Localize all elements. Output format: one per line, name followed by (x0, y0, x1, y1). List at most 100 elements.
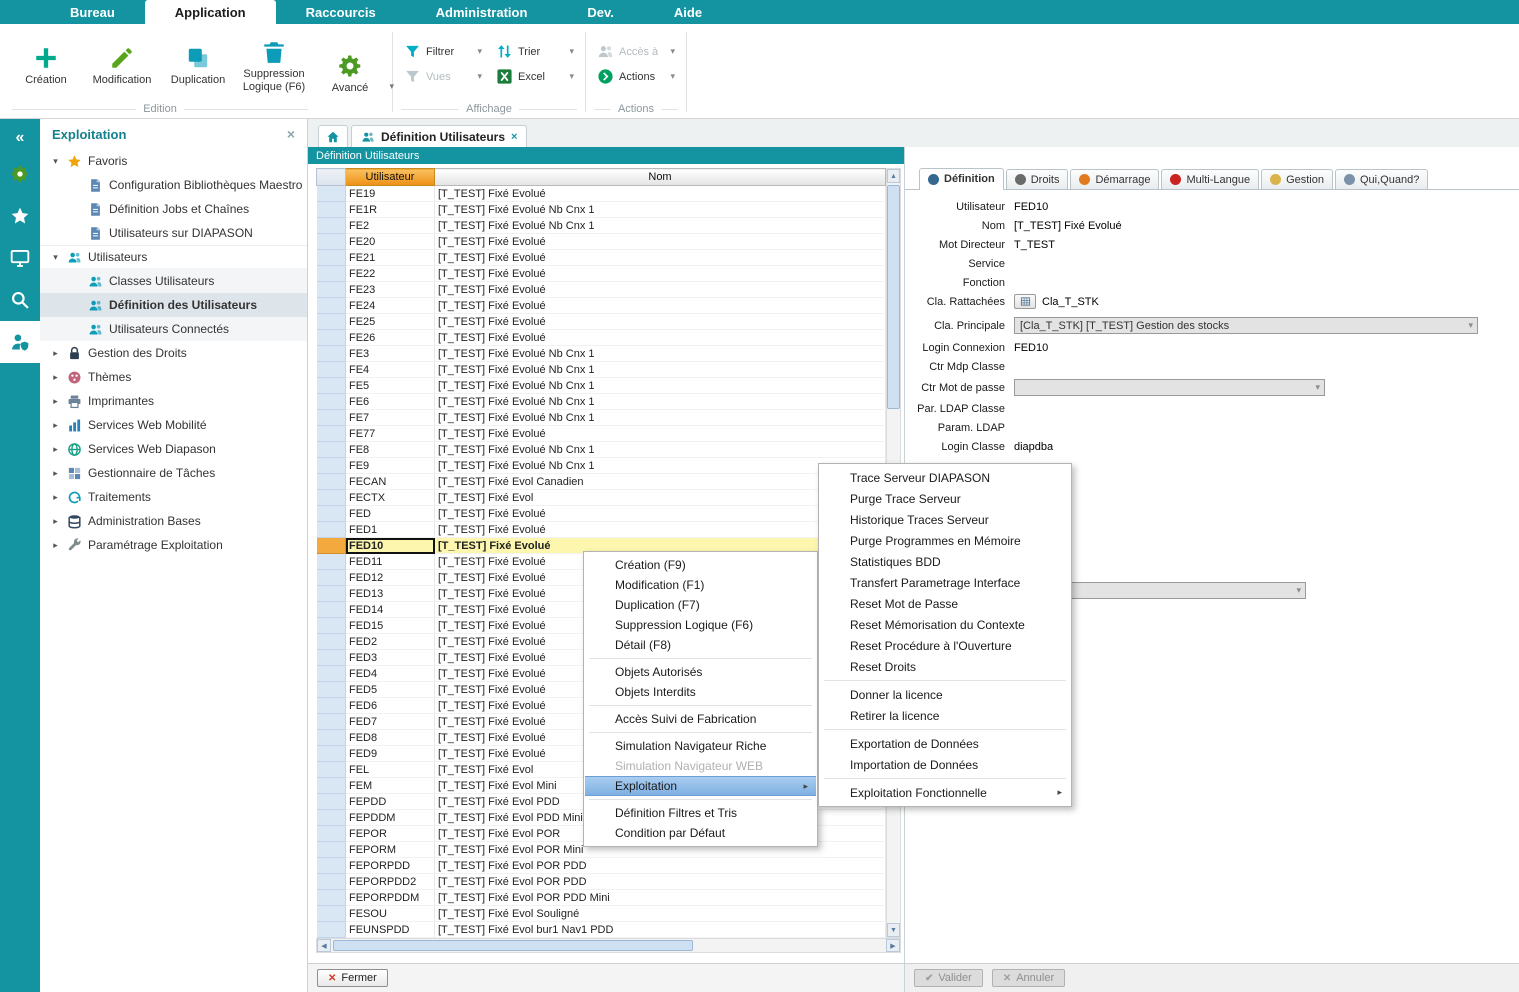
menu-item-retirer-la-licence[interactable]: Retirer la licence (820, 705, 1070, 726)
dropdown-arrow-icon[interactable]: ▾ (473, 71, 482, 82)
row-gutter[interactable] (317, 554, 346, 570)
cell-nom[interactable]: [T_TEST] Fixé Evolué (435, 426, 886, 442)
filtrer-button[interactable]: Filtrer▾ (397, 39, 489, 64)
trier-button[interactable]: Trier▾ (489, 39, 581, 64)
column-header-nom[interactable]: Nom (435, 169, 886, 186)
cell-nom[interactable]: [T_TEST] Fixé Evolué Nb Cnx 1 (435, 378, 886, 394)
cell-nom[interactable]: [T_TEST] Fixé Evolué (435, 330, 886, 346)
menu-item-historique-traces-serveur[interactable]: Historique Traces Serveur (820, 509, 1070, 530)
chevron-right-icon[interactable]: ▸ (50, 468, 61, 479)
row-gutter[interactable] (317, 266, 346, 282)
menu-item-purge-programmes-en-memoire[interactable]: Purge Programmes en Mémoire (820, 530, 1070, 551)
menu-item-creation-f9[interactable]: Création (F9) (585, 555, 816, 575)
row-gutter[interactable] (317, 794, 346, 810)
table-row[interactable]: FE1R[T_TEST] Fixé Evolué Nb Cnx 1 (317, 202, 886, 218)
avance-button[interactable]: Avancé▾ (312, 49, 388, 95)
row-gutter[interactable] (317, 186, 346, 202)
row-gutter[interactable] (317, 730, 346, 746)
sidebar-item-definition-jobs-et-chaines[interactable]: Définition Jobs et Chaînes (40, 197, 307, 221)
tab-gestion[interactable]: Gestion (1261, 169, 1333, 189)
cell-utilisateur[interactable]: FED15 (346, 618, 435, 634)
cell-utilisateur[interactable]: FE7 (346, 410, 435, 426)
chevron-right-icon[interactable]: ▸ (50, 444, 61, 455)
cell-utilisateur[interactable]: FED10 (346, 538, 435, 554)
field-combo[interactable] (1014, 379, 1325, 396)
table-row[interactable]: FE25[T_TEST] Fixé Evolué (317, 314, 886, 330)
row-gutter[interactable] (317, 506, 346, 522)
menu-raccourcis[interactable]: Raccourcis (276, 0, 406, 24)
cell-utilisateur[interactable]: FE3 (346, 346, 435, 362)
table-row[interactable]: FE22[T_TEST] Fixé Evolué (317, 266, 886, 282)
cell-nom[interactable]: [T_TEST] Fixé Evol Souligné (435, 906, 886, 922)
scroll-right-icon[interactable]: ▶ (886, 939, 900, 952)
row-gutter[interactable] (317, 618, 346, 634)
fermer-button[interactable]: ✕ Fermer (317, 969, 388, 987)
sidebar-item-gestion-des-droits[interactable]: ▸Gestion des Droits (40, 341, 307, 365)
cell-nom[interactable]: [T_TEST] Fixé Evolué (435, 234, 886, 250)
table-row[interactable]: FE5[T_TEST] Fixé Evolué Nb Cnx 1 (317, 378, 886, 394)
menu-item-trace-serveur-diapason[interactable]: Trace Serveur DIAPASON (820, 467, 1070, 488)
menu-item-importation-de-donnees[interactable]: Importation de Données (820, 754, 1070, 775)
row-gutter[interactable] (317, 330, 346, 346)
table-row[interactable]: FECAN[T_TEST] Fixé Evol Canadien (317, 474, 886, 490)
sidebar-item-administration-bases[interactable]: ▸Administration Bases (40, 509, 307, 533)
cell-utilisateur[interactable]: FE22 (346, 266, 435, 282)
row-gutter[interactable] (317, 522, 346, 538)
row-gutter[interactable] (317, 314, 346, 330)
menu-item-definition-filtres-et-tris[interactable]: Définition Filtres et Tris (585, 803, 816, 823)
table-row[interactable]: FE20[T_TEST] Fixé Evolué (317, 234, 886, 250)
cell-utilisateur[interactable]: FED3 (346, 650, 435, 666)
row-gutter[interactable] (317, 362, 346, 378)
cell-utilisateur[interactable]: FED2 (346, 634, 435, 650)
cell-utilisateur[interactable]: FE23 (346, 282, 435, 298)
table-row[interactable]: FED1[T_TEST] Fixé Evolué (317, 522, 886, 538)
cell-utilisateur[interactable]: FEPORPDD (346, 858, 435, 874)
star-button[interactable] (0, 195, 40, 237)
actions-button[interactable]: Actions▾ (590, 64, 682, 89)
menu-item-purge-trace-serveur[interactable]: Purge Trace Serveur (820, 488, 1070, 509)
cell-utilisateur[interactable]: FE20 (346, 234, 435, 250)
row-gutter[interactable] (317, 282, 346, 298)
menu-item-detail-f8[interactable]: Détail (F8) (585, 635, 816, 655)
tab-droits[interactable]: Droits (1006, 169, 1069, 189)
gear-button[interactable] (0, 153, 40, 195)
cell-utilisateur[interactable]: FE25 (346, 314, 435, 330)
cell-nom[interactable]: [T_TEST] Fixé Evolué (435, 298, 886, 314)
menu-item-exportation-de-donnees[interactable]: Exportation de Données (820, 733, 1070, 754)
acces-a-button[interactable]: Accès à▾ (590, 39, 682, 64)
valider-button[interactable]: ✔ Valider (914, 969, 983, 987)
search-button[interactable] (0, 279, 40, 321)
tab-qui-quand[interactable]: Qui,Quand? (1335, 169, 1428, 189)
menu-item-exploitation-fonctionnelle[interactable]: Exploitation Fonctionnelle▸ (820, 782, 1070, 803)
table-row[interactable]: FE3[T_TEST] Fixé Evolué Nb Cnx 1 (317, 346, 886, 362)
sidebar-item-configuration-bibliotheques-maestro[interactable]: Configuration Bibliothèques Maestro (40, 173, 307, 197)
row-gutter[interactable] (317, 810, 346, 826)
table-row[interactable]: FEUNSPDD[T_TEST] Fixé Evol bur1 Nav1 PDD (317, 922, 886, 938)
cell-nom[interactable]: [T_TEST] Fixé Evolué Nb Cnx 1 (435, 202, 886, 218)
row-gutter[interactable] (317, 410, 346, 426)
table-row[interactable]: FE23[T_TEST] Fixé Evolué (317, 282, 886, 298)
row-gutter[interactable] (317, 570, 346, 586)
menu-item-reset-memorisation-du-contexte[interactable]: Reset Mémorisation du Contexte (820, 614, 1070, 635)
table-row[interactable]: FE2[T_TEST] Fixé Evolué Nb Cnx 1 (317, 218, 886, 234)
cell-nom[interactable]: [T_TEST] Fixé Evol POR PDD (435, 858, 886, 874)
table-row[interactable]: FEPORPDD[T_TEST] Fixé Evol POR PDD (317, 858, 886, 874)
menu-item-reset-mot-de-passe[interactable]: Reset Mot de Passe (820, 593, 1070, 614)
cell-utilisateur[interactable]: FE2 (346, 218, 435, 234)
cell-utilisateur[interactable]: FE5 (346, 378, 435, 394)
dropdown-arrow-icon[interactable]: ▾ (565, 46, 574, 57)
dropdown-arrow-icon[interactable]: ▾ (389, 81, 394, 91)
monitor-button[interactable] (0, 237, 40, 279)
tab-multi-langue[interactable]: Multi-Langue (1161, 169, 1259, 189)
chevron-right-icon[interactable]: ▸ (50, 516, 61, 527)
row-gutter[interactable] (317, 714, 346, 730)
class-picker-button[interactable] (1014, 294, 1036, 309)
cell-utilisateur[interactable]: FECTX (346, 490, 435, 506)
sidebar-item-favoris[interactable]: ▾Favoris (40, 149, 307, 173)
menu-item-simulation-navigateur-riche[interactable]: Simulation Navigateur Riche (585, 736, 816, 756)
user-shield-button[interactable] (0, 321, 40, 363)
chevron-right-icon[interactable]: ▸ (50, 396, 61, 407)
row-gutter[interactable] (317, 746, 346, 762)
cell-utilisateur[interactable]: FED4 (346, 666, 435, 682)
cell-utilisateur[interactable]: FE24 (346, 298, 435, 314)
